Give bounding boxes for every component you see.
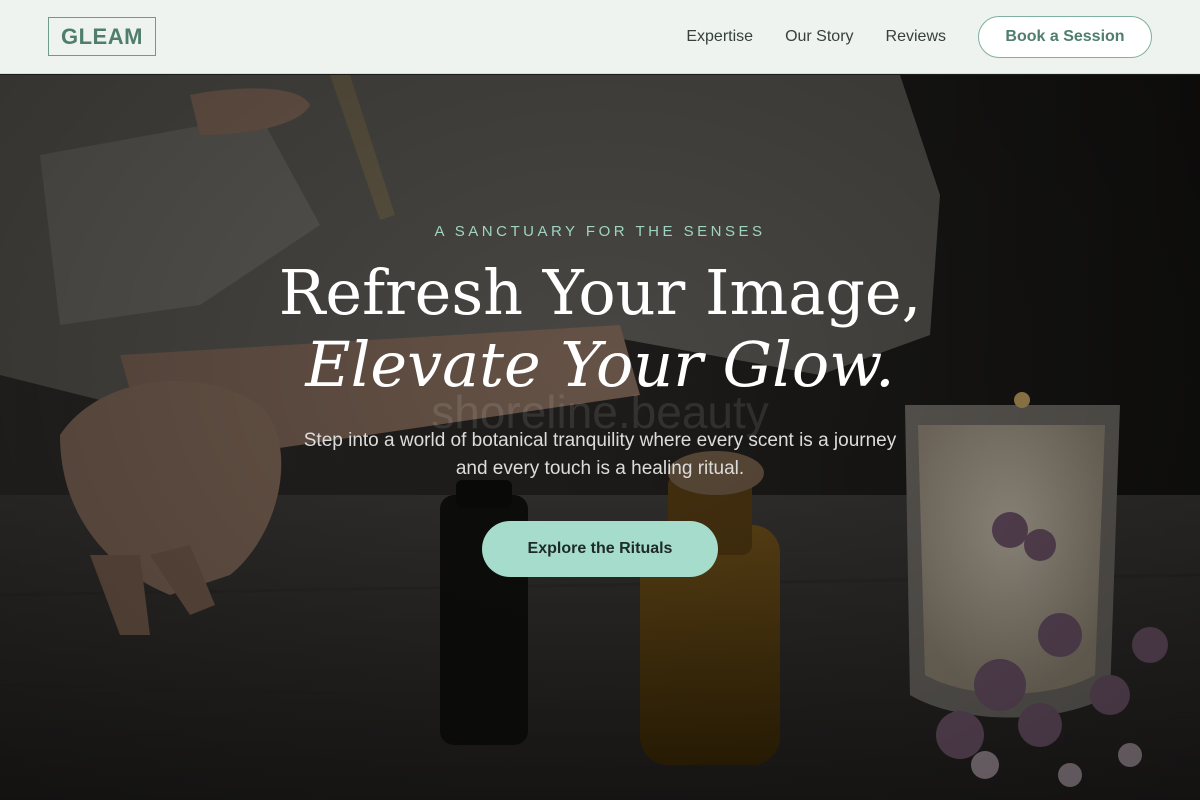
nav-link-expertise[interactable]: Expertise: [686, 28, 753, 46]
hero-headline: Refresh Your Image, Elevate Your Glow.: [0, 257, 1200, 401]
hero-eyebrow: A SANCTUARY FOR THE SENSES: [434, 223, 766, 240]
hero-section: A SANCTUARY FOR THE SENSES Refresh Your …: [0, 75, 1200, 800]
book-session-button[interactable]: Book a Session: [978, 15, 1152, 58]
hero-subtext: Step into a world of botanical tranquili…: [303, 430, 897, 479]
logo[interactable]: GLEAM: [48, 17, 156, 56]
nav-link-our-story[interactable]: Our Story: [785, 28, 853, 46]
hero-headline-line1: Refresh Your Image,: [278, 256, 922, 329]
explore-rituals-button[interactable]: Explore the Rituals: [482, 521, 718, 577]
nav-link-reviews[interactable]: Reviews: [886, 28, 946, 46]
main-nav: Expertise Our Story Reviews Book a Sessi…: [686, 15, 1152, 58]
site-header: GLEAM Expertise Our Story Reviews Book a…: [0, 0, 1200, 74]
